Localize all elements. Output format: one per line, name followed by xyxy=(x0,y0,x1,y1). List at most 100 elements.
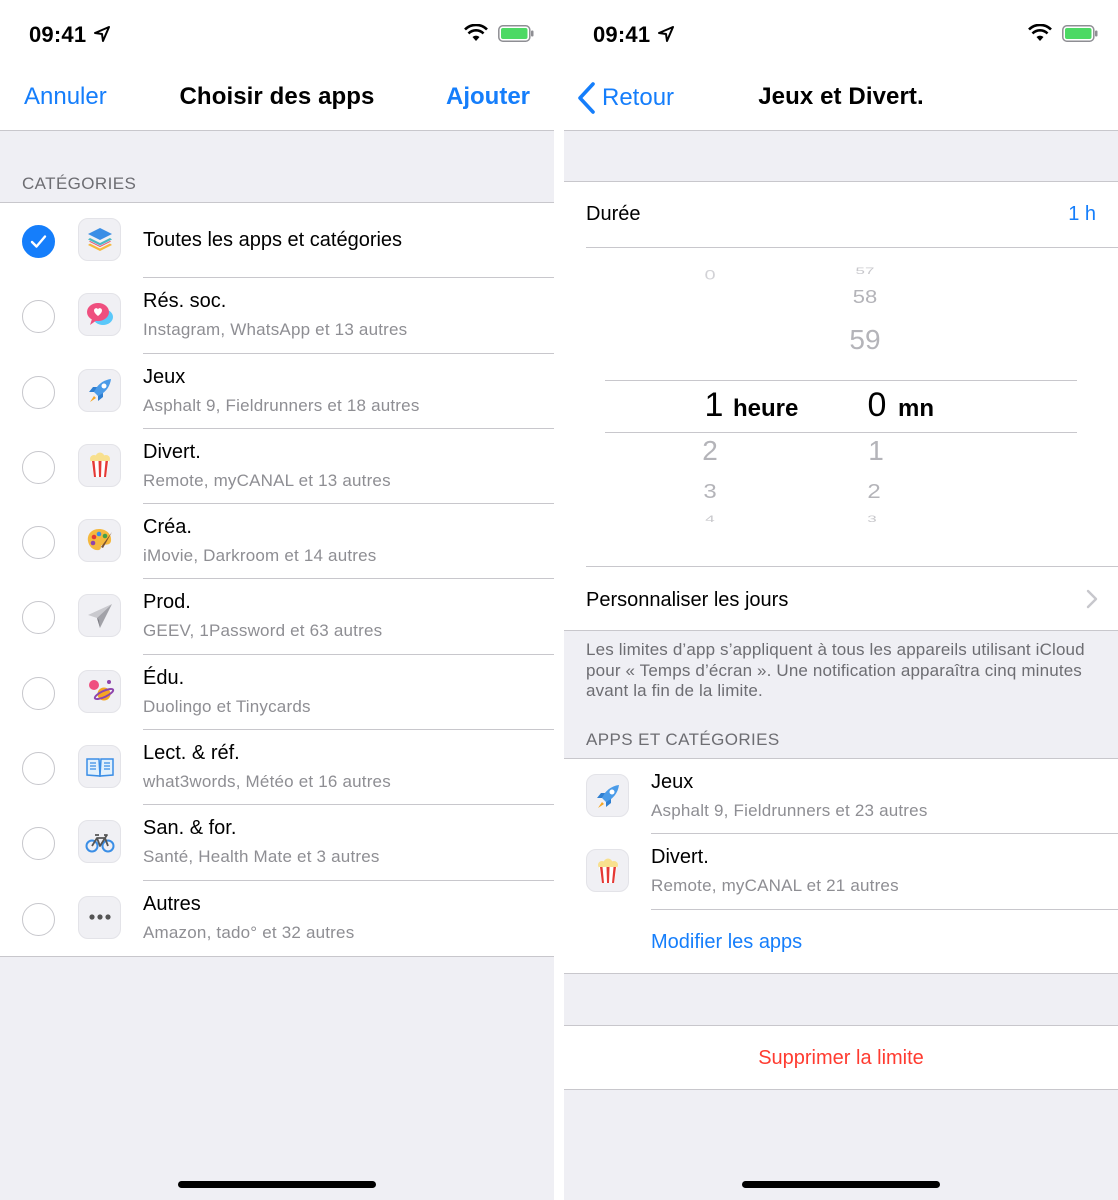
ellipsis-icon xyxy=(78,895,121,939)
row-subtitle: what3words, Météo et 16 autres xyxy=(143,772,391,792)
row-subtitle: Amazon, tado° et 32 autres xyxy=(143,922,355,942)
picker-value-minute[interactable]: 58 xyxy=(845,286,885,308)
checkmark-radio[interactable] xyxy=(22,225,55,258)
picker-value-hour[interactable]: 2 xyxy=(690,435,730,467)
row-subtitle: Asphalt 9, Fieldrunners et 18 autres xyxy=(143,395,420,415)
radio-button[interactable] xyxy=(22,601,55,635)
row-subtitle: iMovie, Darkroom et 14 autres xyxy=(143,546,377,566)
status-time: 09:41 xyxy=(593,22,651,47)
radio-button[interactable] xyxy=(22,375,55,409)
category-row-games[interactable]: Jeux Asphalt 9, Fieldrunners et 18 autre… xyxy=(0,354,554,429)
section-header-apps: APPS ET CATÉGORIES xyxy=(586,730,780,749)
category-row-creativity[interactable]: Créa. iMovie, Darkroom et 14 autres xyxy=(0,504,554,580)
category-row-other[interactable]: Autres Amazon, tado° et 32 autres xyxy=(0,881,554,956)
picker-value-minute[interactable]: 2 xyxy=(854,480,894,504)
picker-value-hour[interactable]: 3 xyxy=(690,480,730,504)
row-title: Jeux xyxy=(143,365,186,388)
wifi-icon xyxy=(464,24,488,41)
row-subtitle: Duolingo et Tinycards xyxy=(143,696,311,716)
nav-bar: Annuler Choisir des apps Ajouter xyxy=(0,66,554,131)
apps-list: Jeux Asphalt 9, Fieldrunners et 23 autre… xyxy=(564,758,1118,974)
modify-apps-link[interactable]: Modifier les apps xyxy=(651,931,802,954)
category-row-all[interactable]: Toutes les apps et catégories xyxy=(0,203,554,279)
picker-value-minute[interactable]: 59 xyxy=(845,324,885,356)
checkmark-icon xyxy=(30,235,47,248)
location-arrow-icon xyxy=(658,26,674,42)
picker-selected-hour[interactable]: 1 xyxy=(694,386,734,425)
category-row-entertainment[interactable]: Divert. Remote, myCANAL et 13 autres xyxy=(0,429,554,505)
book-icon xyxy=(78,745,121,789)
status-bar: 09:41 xyxy=(0,0,554,66)
status-time: 09:41 xyxy=(29,22,87,47)
rocket-icon xyxy=(586,774,629,817)
row-title: Divert. xyxy=(651,846,709,869)
wifi-icon xyxy=(1028,24,1052,41)
duration-picker[interactable]: 0 1 heure 2 3 4 57 58 59 0 mn 1 2 3 xyxy=(564,248,1118,566)
picker-value-minute[interactable]: 1 xyxy=(856,435,896,467)
picker-selected-minute[interactable]: 0 xyxy=(857,386,897,425)
page-title: Jeux et Divert. xyxy=(758,83,924,110)
picker-value-hour[interactable]: 0 xyxy=(690,267,730,283)
add-button[interactable]: Ajouter xyxy=(446,83,530,111)
home-indicator[interactable] xyxy=(742,1181,940,1188)
radio-button[interactable] xyxy=(22,827,55,861)
row-title: Édu. xyxy=(143,666,185,689)
category-row-health[interactable]: San. & for. Santé, Health Mate et 3 autr… xyxy=(0,805,554,881)
radio-button[interactable] xyxy=(22,902,55,936)
picker-unit-hour: heure xyxy=(733,395,799,422)
radio-button[interactable] xyxy=(22,450,55,484)
battery-icon xyxy=(498,25,534,42)
radio-button[interactable] xyxy=(22,676,55,710)
row-subtitle: Remote, myCANAL et 21 autres xyxy=(651,876,899,896)
paper-plane-icon xyxy=(78,594,121,638)
status-bar: 09:41 xyxy=(564,0,1118,66)
duration-value: 1 h xyxy=(1068,203,1096,225)
app-row-entertainment: Divert. Remote, myCANAL et 21 autres xyxy=(564,834,1118,910)
picker-value-hour[interactable]: 4 xyxy=(690,514,730,525)
section-header-categories: CATÉGORIES xyxy=(22,174,137,193)
picker-value-minute[interactable]: 57 xyxy=(845,266,885,277)
radio-button[interactable] xyxy=(22,300,55,334)
row-subtitle: Asphalt 9, Fieldrunners et 23 autres xyxy=(651,801,928,820)
duration-row[interactable]: Durée 1 h xyxy=(564,182,1118,247)
app-limit-screen: 09:41 Retour Jeux et Divert. Durée 1 h 0… xyxy=(564,0,1118,1200)
picker-value-minute[interactable]: 3 xyxy=(852,514,892,525)
row-title: Autres xyxy=(143,892,201,915)
delete-limit-button[interactable]: Supprimer la limite xyxy=(564,1047,1118,1070)
customize-days-row[interactable]: Personnaliser les jours xyxy=(564,567,1118,631)
category-row-reading[interactable]: Lect. & réf. what3words, Météo et 16 aut… xyxy=(0,730,554,806)
chevron-right-icon xyxy=(1086,589,1098,609)
radio-button[interactable] xyxy=(22,526,55,560)
row-subtitle: Remote, myCANAL et 13 autres xyxy=(143,470,391,490)
delete-limit-group: Supprimer la limite xyxy=(564,1025,1118,1090)
planet-icon xyxy=(78,669,121,713)
row-title: Créa. xyxy=(143,516,192,539)
home-indicator[interactable] xyxy=(178,1181,376,1188)
row-title: Divert. xyxy=(143,440,201,463)
category-row-productivity[interactable]: Prod. GEEV, 1Password et 63 autres xyxy=(0,579,554,655)
rocket-icon xyxy=(78,368,121,412)
picker-unit-minute: mn xyxy=(898,395,934,422)
customize-days-label: Personnaliser les jours xyxy=(586,589,789,611)
categories-list: Toutes les apps et catégories Rés. soc. … xyxy=(0,202,554,957)
picker-selection-band xyxy=(605,380,1077,433)
location-arrow-icon xyxy=(94,26,110,42)
row-separator xyxy=(651,908,1118,910)
app-row-games: Jeux Asphalt 9, Fieldrunners et 23 autre… xyxy=(564,759,1118,835)
popcorn-icon xyxy=(78,443,121,487)
category-row-education[interactable]: Édu. Duolingo et Tinycards xyxy=(0,655,554,731)
social-bubble-icon xyxy=(78,293,121,337)
nav-bar: Retour Jeux et Divert. xyxy=(564,66,1118,131)
duration-group: Durée 1 h 0 1 heure 2 3 4 57 58 59 0 mn … xyxy=(564,181,1118,631)
limit-footnote: Les limites d’app s’appliquent à tous le… xyxy=(586,640,1085,700)
row-subtitle: Instagram, WhatsApp et 13 autres xyxy=(143,320,408,340)
row-title: Prod. xyxy=(143,591,191,614)
palette-icon xyxy=(78,519,121,563)
popcorn-icon xyxy=(586,849,629,893)
screen-divider xyxy=(554,0,564,1200)
row-title: Jeux xyxy=(651,771,694,793)
layers-icon xyxy=(78,218,121,261)
duration-label: Durée xyxy=(586,203,641,225)
radio-button[interactable] xyxy=(22,752,55,786)
category-row-social[interactable]: Rés. soc. Instagram, WhatsApp et 13 autr… xyxy=(0,278,554,354)
